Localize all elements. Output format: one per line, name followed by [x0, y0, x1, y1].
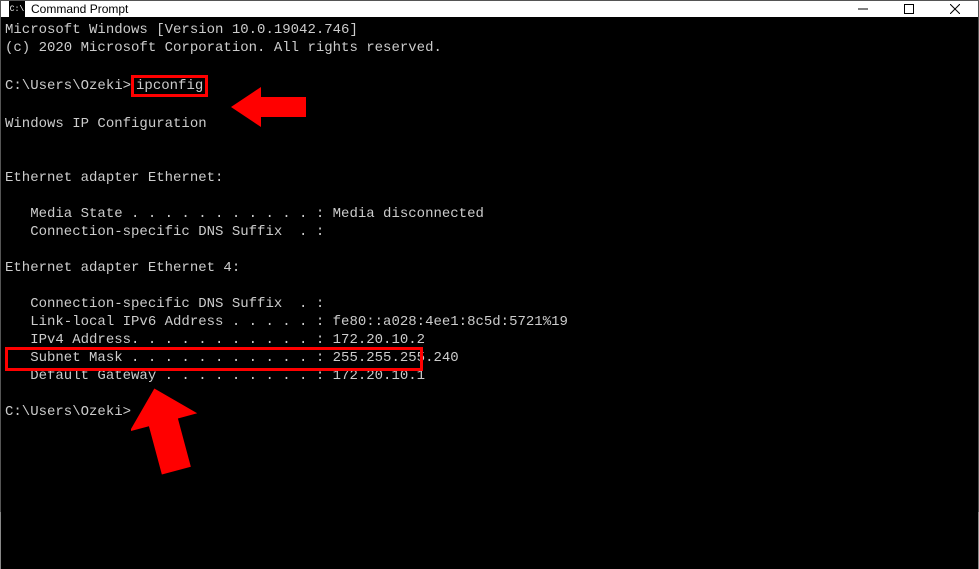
- blank-line: [5, 151, 974, 169]
- blank-line: [5, 97, 974, 115]
- adapter1-suffix: Connection-specific DNS Suffix . :: [5, 223, 974, 241]
- adapter1-media: Media State . . . . . . . . . . . : Medi…: [5, 205, 974, 223]
- adapter1-title: Ethernet adapter Ethernet:: [5, 169, 974, 187]
- adapter2-ipv4: IPv4 Address. . . . . . . . . . . : 172.…: [5, 331, 974, 349]
- blank-line: [5, 57, 974, 75]
- adapter2-mask: Subnet Mask . . . . . . . . . . . : 255.…: [5, 349, 974, 367]
- prompt-line-1: C:\Users\Ozeki>ipconfig: [5, 75, 974, 97]
- window-title: Command Prompt: [31, 2, 840, 16]
- maximize-button[interactable]: [886, 1, 932, 17]
- app-icon: C:\: [9, 1, 25, 17]
- command-prompt-window: C:\ Command Prompt Microsoft Windows [Ve…: [0, 0, 979, 512]
- titlebar[interactable]: C:\ Command Prompt: [1, 1, 978, 17]
- close-button[interactable]: [932, 1, 978, 17]
- adapter2-ipv6: Link-local IPv6 Address . . . . . : fe80…: [5, 313, 974, 331]
- blank-line: [5, 187, 974, 205]
- adapter2-gateway: Default Gateway . . . . . . . . . : 172.…: [5, 367, 974, 385]
- copyright-line: (c) 2020 Microsoft Corporation. All righ…: [5, 39, 974, 57]
- window-controls: [840, 1, 978, 17]
- ip-config-header: Windows IP Configuration: [5, 115, 974, 133]
- prompt-line-2: C:\Users\Ozeki>: [5, 403, 974, 421]
- minimize-button[interactable]: [840, 1, 886, 17]
- blank-line: [5, 241, 974, 259]
- version-line: Microsoft Windows [Version 10.0.19042.74…: [5, 21, 974, 39]
- blank-line: [5, 385, 974, 403]
- command-highlight: ipconfig: [131, 75, 208, 97]
- adapter2-title: Ethernet adapter Ethernet 4:: [5, 259, 974, 277]
- adapter2-suffix: Connection-specific DNS Suffix . :: [5, 295, 974, 313]
- terminal-output[interactable]: Microsoft Windows [Version 10.0.19042.74…: [1, 17, 978, 569]
- prompt-prefix: C:\Users\Ozeki>: [5, 78, 131, 94]
- blank-line: [5, 133, 974, 151]
- blank-line: [5, 277, 974, 295]
